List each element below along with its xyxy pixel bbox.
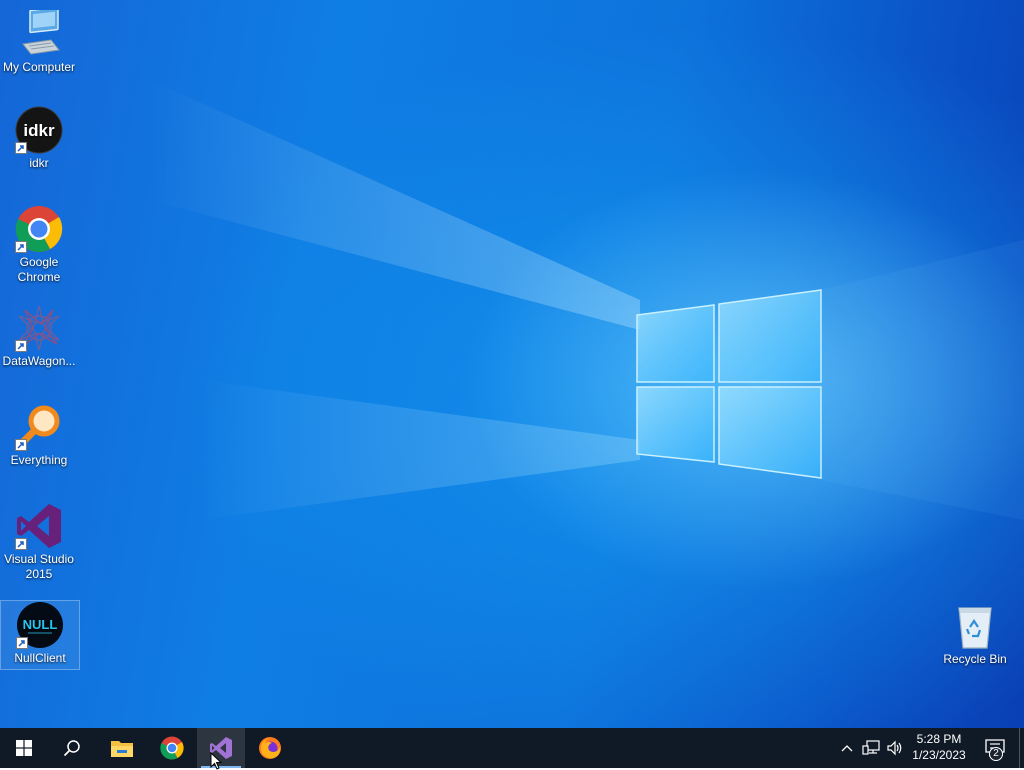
desktop-icon-label: NullClient — [14, 651, 66, 665]
idkr-logo-text: idkr — [23, 121, 55, 140]
shortcut-arrow-icon — [15, 340, 27, 352]
desktop-icon-label: Visual Studio 2015 — [4, 552, 74, 581]
desktop-icon-datawagon[interactable]: DataWagon... — [0, 304, 78, 369]
desktop-icon-nullclient[interactable]: NULL NullClient — [0, 600, 80, 670]
taskbar-firefox[interactable] — [246, 728, 294, 768]
start-button[interactable] — [0, 728, 48, 768]
shortcut-arrow-icon — [15, 538, 27, 550]
volume-icon — [887, 740, 902, 756]
visual-studio-icon — [210, 737, 232, 759]
desktop-icon-everything[interactable]: Everything — [0, 403, 78, 468]
desktop-icon-label: Everything — [10, 453, 68, 467]
recycle-bin-icon — [951, 602, 999, 650]
search-button[interactable] — [48, 728, 96, 768]
desktop-icon-my-computer[interactable]: My Computer — [0, 10, 78, 75]
notification-count-badge: 2 — [989, 747, 1003, 761]
desktop-icon-label: My Computer — [2, 60, 76, 74]
shortcut-arrow-icon — [16, 637, 28, 649]
taskbar: 5:28 PM 1/23/2023 2 — [0, 728, 1024, 768]
computer-icon — [15, 10, 63, 58]
visual-studio-icon — [15, 502, 63, 550]
windows-start-icon — [16, 740, 32, 756]
clock-date: 1/23/2023 — [912, 748, 966, 762]
everything-search-icon — [15, 403, 63, 451]
desktop-icon-idkr[interactable]: idkr idkr — [0, 106, 78, 171]
nullclient-icon: NULL — [16, 601, 64, 649]
wallpaper-windows-logo — [636, 289, 822, 479]
chevron-up-icon — [841, 745, 853, 752]
shortcut-arrow-icon — [15, 241, 27, 253]
chrome-icon — [15, 205, 63, 253]
chrome-icon — [160, 736, 184, 760]
file-explorer-icon — [111, 741, 133, 757]
desktop-icon-label: Recycle Bin — [943, 652, 1007, 666]
datawagon-icon — [15, 304, 63, 352]
nullclient-logo-text: NULL — [23, 617, 58, 632]
show-hidden-icons-button[interactable] — [838, 728, 856, 768]
desktop[interactable]: My Computer idkr idkr Google Chrome Data… — [0, 0, 1024, 728]
clock-time: 5:28 PM — [916, 732, 962, 746]
desktop-icon-label: DataWagon... — [2, 354, 76, 368]
idkr-app-icon: idkr — [15, 106, 63, 154]
firefox-icon — [259, 737, 281, 759]
desktop-icon-label: idkr — [29, 156, 49, 170]
shortcut-arrow-icon — [15, 142, 27, 154]
desktop-icon-recycle-bin[interactable]: Recycle Bin — [936, 602, 1014, 667]
network-icon — [862, 740, 880, 755]
action-center-button[interactable]: 2 — [978, 728, 1012, 768]
taskbar-google-chrome[interactable] — [148, 728, 196, 768]
volume-button[interactable] — [884, 728, 906, 768]
desktop-icon-visual-studio-2015[interactable]: Visual Studio 2015 — [0, 502, 78, 582]
wallpaper-light-beams — [150, 80, 1024, 520]
network-button[interactable] — [860, 728, 882, 768]
desktop-icon-label: Google Chrome — [17, 255, 61, 284]
search-icon — [63, 740, 80, 757]
taskbar-visual-studio[interactable] — [197, 728, 245, 768]
taskbar-file-explorer[interactable] — [98, 728, 146, 768]
desktop-icon-google-chrome[interactable]: Google Chrome — [0, 205, 78, 285]
taskbar-clock[interactable]: 5:28 PM 1/23/2023 — [906, 731, 972, 763]
shortcut-arrow-icon — [15, 439, 27, 451]
show-desktop-button[interactable] — [1019, 728, 1024, 768]
